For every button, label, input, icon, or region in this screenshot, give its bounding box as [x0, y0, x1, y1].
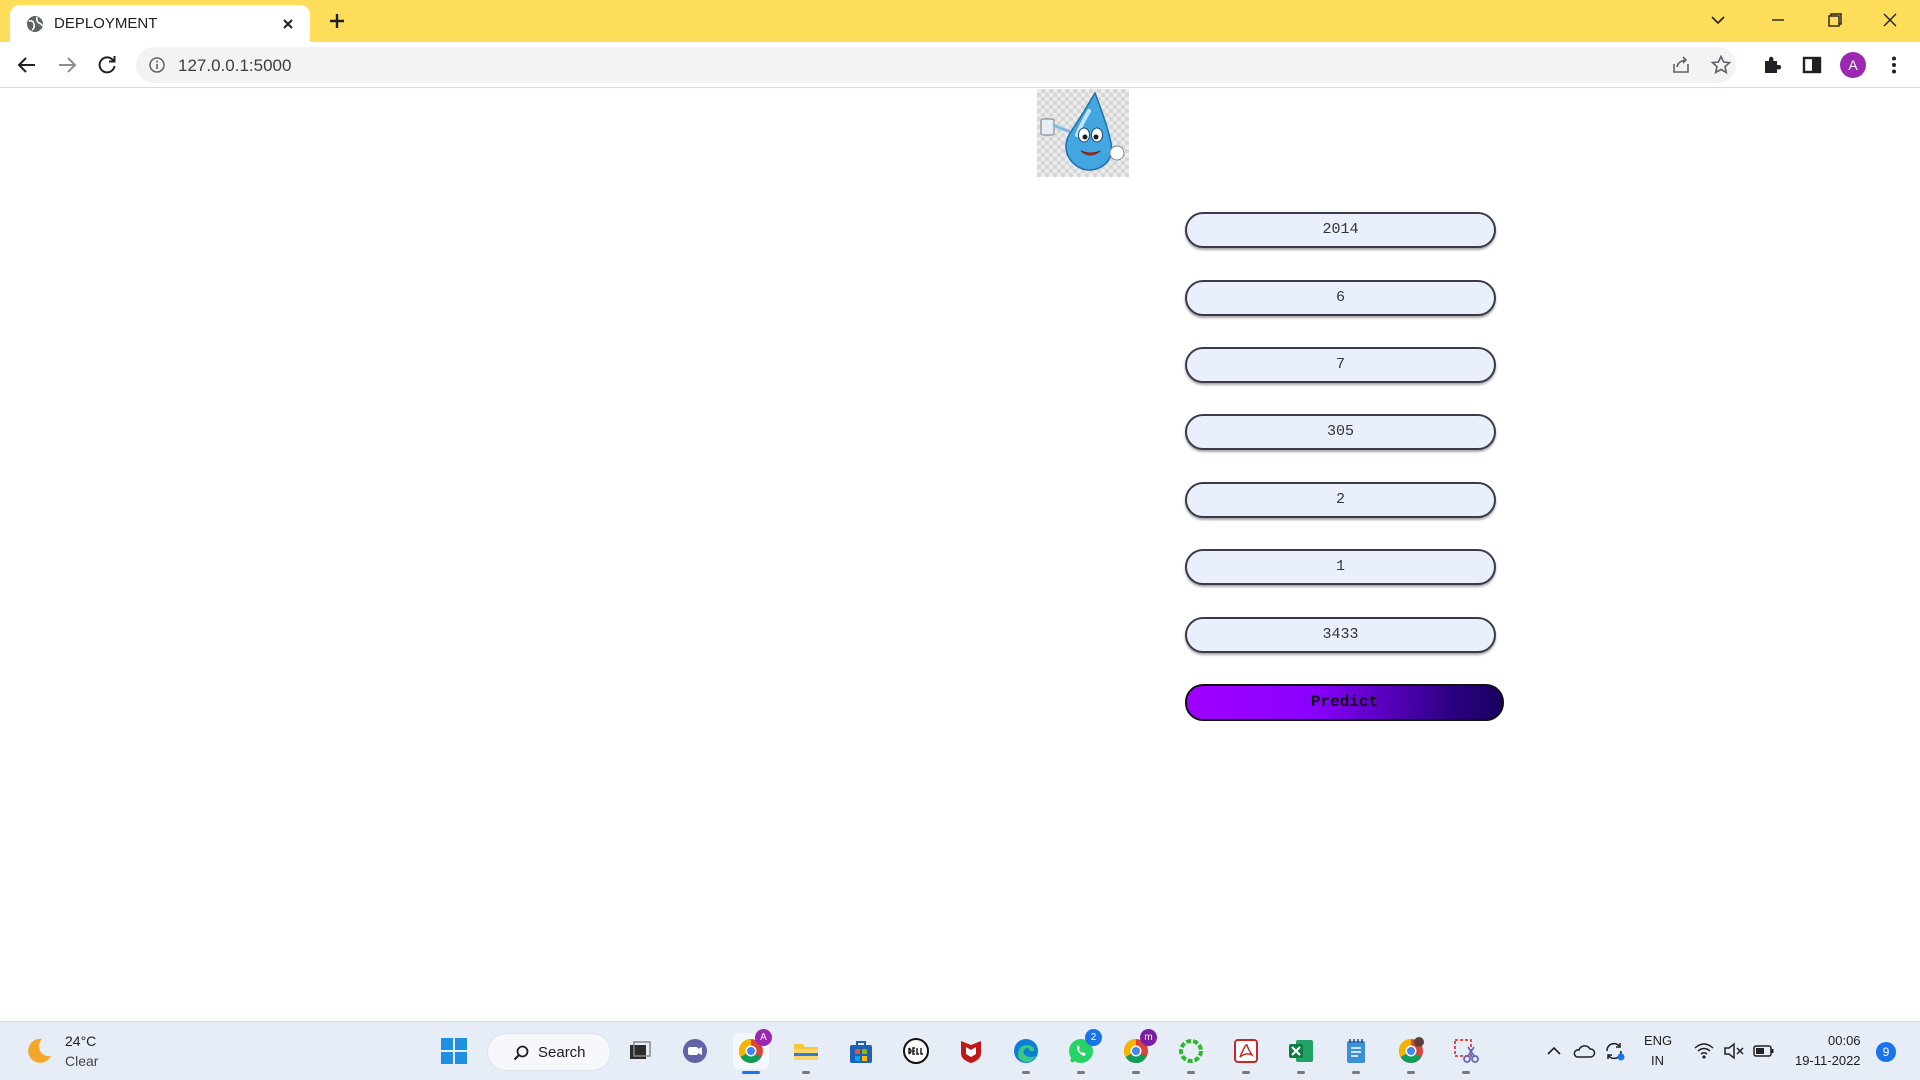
weather-temperature[interactable]: 24°C	[65, 1033, 96, 1049]
forward-arrow-icon[interactable]	[51, 49, 83, 81]
input-field-4[interactable]: 305	[1185, 414, 1496, 450]
clock-date[interactable]: 19-11-2022	[1795, 1053, 1861, 1068]
video-chat-icon	[681, 1037, 709, 1065]
wifi-icon[interactable]	[1692, 1040, 1716, 1062]
input-field-1[interactable]: 2014	[1185, 212, 1496, 248]
input-field-2[interactable]: 6	[1185, 280, 1496, 316]
notepad-icon	[1342, 1037, 1370, 1065]
pdf-document-icon	[1232, 1037, 1260, 1065]
clock-time[interactable]: 00:06	[1828, 1033, 1861, 1048]
task-view-app[interactable]	[622, 1033, 658, 1069]
extensions-puzzle-icon[interactable]	[1758, 51, 1786, 79]
chrome-profile-app[interactable]: m	[1118, 1029, 1157, 1074]
address-bar[interactable]: 127.0.0.1:5000	[136, 47, 1736, 83]
search-label: Search	[538, 1044, 586, 1061]
region-indicator[interactable]: IN	[1651, 1053, 1664, 1068]
share-icon[interactable]	[1670, 54, 1692, 76]
pdf-app[interactable]	[1228, 1033, 1264, 1074]
store-bag-icon	[847, 1037, 875, 1065]
more-menu-icon[interactable]	[1880, 51, 1908, 79]
close-tab-icon[interactable]	[278, 14, 298, 34]
restore-window-icon[interactable]	[1812, 6, 1856, 34]
running-indicator	[1022, 1071, 1030, 1074]
close-window-icon[interactable]	[1868, 6, 1912, 34]
dell-logo-icon	[902, 1037, 930, 1065]
moon-weather-icon[interactable]	[24, 1036, 54, 1066]
site-info-icon[interactable]	[148, 56, 166, 74]
taskbar-search[interactable]: Search	[487, 1033, 611, 1071]
tab-title: DEPLOYMENT	[54, 15, 158, 32]
browser-tab-strip: DEPLOYMENT	[0, 0, 1920, 42]
loading-ring-icon	[1177, 1037, 1205, 1065]
mcafee-shield-icon	[957, 1037, 985, 1065]
excel-icon	[1287, 1037, 1315, 1065]
excel-app[interactable]	[1283, 1033, 1319, 1074]
predict-button[interactable]: Predict	[1185, 684, 1504, 721]
chrome-app[interactable]: A	[733, 1029, 772, 1074]
windows-taskbar: 24°C Clear Search A 2 m ENG IN 00:06 19-…	[0, 1021, 1920, 1080]
bookmark-star-icon[interactable]	[1710, 54, 1732, 76]
chrome-other-profile-app[interactable]	[1393, 1033, 1429, 1074]
edge-icon	[1012, 1037, 1040, 1065]
loading-app[interactable]	[1173, 1033, 1209, 1074]
folder-icon	[792, 1037, 820, 1065]
reload-icon[interactable]	[91, 49, 123, 81]
input-field-7[interactable]: 3433	[1185, 617, 1496, 653]
file-explorer-app[interactable]	[788, 1033, 824, 1074]
running-indicator	[1132, 1071, 1140, 1074]
volume-muted-icon[interactable]	[1722, 1040, 1746, 1062]
running-indicator	[1077, 1071, 1085, 1074]
notification-count-badge[interactable]: 9	[1876, 1042, 1896, 1062]
url-text[interactable]: 127.0.0.1:5000	[178, 56, 291, 76]
onedrive-cloud-icon[interactable]	[1572, 1040, 1596, 1062]
chrome-icon	[1397, 1037, 1425, 1065]
sync-icon[interactable]	[1602, 1040, 1626, 1062]
water-drop-logo	[1037, 89, 1129, 177]
input-field-5[interactable]: 2	[1185, 482, 1496, 518]
running-indicator	[1242, 1071, 1250, 1074]
microsoft-store-app[interactable]	[843, 1033, 879, 1069]
running-indicator	[1352, 1071, 1360, 1074]
running-indicator	[802, 1071, 810, 1074]
task-view-icon	[626, 1037, 654, 1065]
new-tab-icon[interactable]	[325, 9, 349, 33]
chrome-profile-m-badge: m	[1140, 1029, 1157, 1046]
show-hidden-icons-chevron-up-icon[interactable]	[1542, 1040, 1566, 1062]
snipping-tool-app[interactable]	[1448, 1033, 1484, 1074]
chrome-profile-badge: A	[755, 1029, 772, 1046]
input-field-3[interactable]: 7	[1185, 347, 1496, 383]
whatsapp-app[interactable]: 2	[1063, 1029, 1102, 1074]
search-icon	[512, 1044, 530, 1062]
mcafee-app[interactable]	[953, 1033, 989, 1069]
windows-logo-icon	[440, 1037, 468, 1065]
teams-chat-app[interactable]	[677, 1033, 713, 1069]
running-indicator	[1407, 1071, 1415, 1074]
input-field-6[interactable]: 1	[1185, 549, 1496, 585]
language-indicator[interactable]: ENG	[1644, 1033, 1672, 1048]
weather-condition[interactable]: Clear	[65, 1053, 98, 1069]
edge-app[interactable]	[1008, 1033, 1044, 1074]
battery-icon[interactable]	[1752, 1040, 1776, 1062]
start-button[interactable]	[436, 1033, 472, 1069]
active-indicator	[742, 1071, 760, 1074]
globe-icon	[26, 15, 44, 33]
running-indicator	[1297, 1071, 1305, 1074]
minimize-icon[interactable]	[1756, 6, 1800, 34]
snipping-scissors-icon	[1452, 1037, 1480, 1065]
whatsapp-badge: 2	[1085, 1029, 1102, 1046]
back-arrow-icon[interactable]	[11, 49, 43, 81]
tab-search-chevron-down-icon[interactable]	[1696, 6, 1740, 34]
browser-tab[interactable]: DEPLOYMENT	[10, 5, 310, 42]
profile-avatar[interactable]: A	[1840, 52, 1866, 78]
running-indicator	[1462, 1071, 1470, 1074]
dell-app[interactable]	[898, 1033, 934, 1069]
browser-toolbar: 127.0.0.1:5000	[0, 42, 1920, 88]
side-panel-icon[interactable]	[1798, 51, 1826, 79]
notepad-app[interactable]	[1338, 1033, 1374, 1074]
running-indicator	[1187, 1071, 1195, 1074]
page-content: 2014 6 7 305 2 1 3433 Predict	[0, 89, 1920, 1021]
